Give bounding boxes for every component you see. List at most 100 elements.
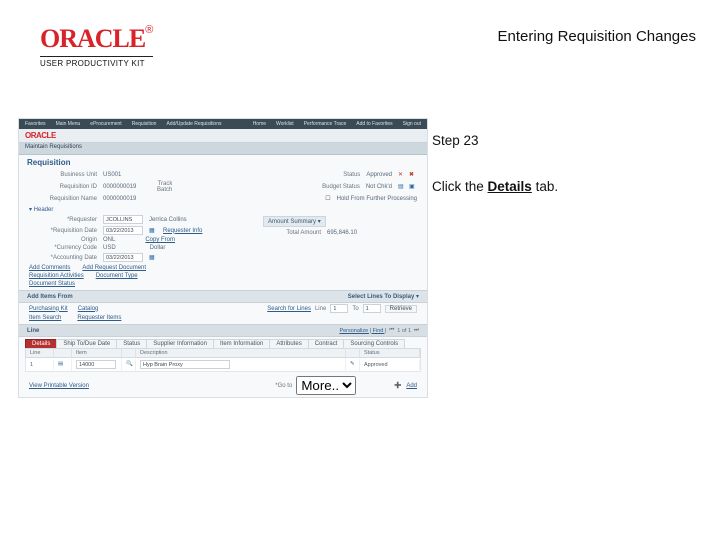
link-catalog[interactable]: Catalog bbox=[78, 306, 99, 312]
lbl-budget: Budget Status bbox=[292, 184, 360, 190]
line-details-icon[interactable]: ▤ bbox=[58, 361, 66, 369]
menu-favorites[interactable]: Favorites bbox=[25, 121, 46, 127]
view-printable-link[interactable]: View Printable Version bbox=[29, 383, 89, 389]
pager-last-icon[interactable]: ⏭ bbox=[414, 327, 419, 334]
grid-row[interactable]: 1 ▤ 🔍 ✎ Approved bbox=[25, 358, 421, 372]
input-reqdate[interactable] bbox=[103, 226, 143, 235]
val-origin: ONL bbox=[103, 237, 115, 243]
lbl-status: Status bbox=[292, 172, 360, 178]
link-reqitems[interactable]: Requester Items bbox=[77, 315, 121, 321]
val-status: Approved bbox=[366, 172, 392, 178]
menu-eproc[interactable]: eProcurement bbox=[90, 121, 121, 127]
lbl-bu: Business Unit bbox=[29, 172, 97, 178]
lbl-curr: *Currency Code bbox=[29, 245, 97, 251]
chevron-down-icon-2[interactable]: ▾ bbox=[416, 294, 419, 300]
brand-block: ORACLE® USER PRODUCTIVITY KIT bbox=[40, 24, 153, 68]
app-brandbar: ORACLE bbox=[19, 129, 427, 143]
tab-supplier[interactable]: Supplier Information bbox=[146, 339, 214, 348]
val-reqname: 0000000019 bbox=[103, 196, 136, 202]
doc-icon[interactable]: ▤ bbox=[398, 183, 406, 191]
tab-attributes[interactable]: Attributes bbox=[269, 339, 308, 348]
link-searchlines[interactable]: Search for Lines bbox=[267, 306, 311, 312]
tab-status[interactable]: Status bbox=[116, 339, 147, 348]
input-item[interactable] bbox=[76, 360, 116, 369]
page-title: Entering Requisition Changes bbox=[498, 28, 696, 45]
cancel-icon[interactable]: ✕ bbox=[398, 171, 406, 179]
link-worklist[interactable]: Worklist bbox=[276, 121, 294, 127]
menu-main[interactable]: Main Menu bbox=[56, 121, 81, 127]
aux-curr: Dollar bbox=[150, 245, 166, 251]
comment-icon[interactable]: ✎ bbox=[350, 361, 358, 369]
calendar-icon[interactable]: ▦ bbox=[149, 227, 157, 235]
lbl-track: Track Batch bbox=[142, 181, 172, 193]
link-adddoc[interactable]: Add Request Document bbox=[82, 265, 146, 271]
lbl-reqdate: *Requisition Date bbox=[29, 228, 97, 234]
input-desc[interactable] bbox=[140, 360, 230, 369]
add-row-icon[interactable]: ➕ bbox=[394, 382, 402, 390]
grid-header: Line Item Description Status bbox=[25, 348, 421, 358]
menu-addupdate[interactable]: Add/Update Requisitions bbox=[166, 121, 221, 127]
link-reqinfo[interactable]: Requester Info bbox=[163, 228, 202, 234]
link-perftrace[interactable]: Performance Trace bbox=[304, 121, 347, 127]
delete-icon[interactable]: ✖ bbox=[409, 171, 417, 179]
pager-first-icon[interactable]: ⏮ bbox=[389, 327, 394, 334]
link-addfav[interactable]: Add to Favorites bbox=[356, 121, 392, 127]
val-reqid: 0000000019 bbox=[103, 184, 136, 190]
retrieve-button[interactable]: Retrieve bbox=[385, 305, 417, 313]
aux-requester: Jerrica Collins bbox=[149, 217, 187, 223]
pager-personalize[interactable]: Personalize | Find | bbox=[339, 328, 386, 334]
add-link[interactable]: Add bbox=[406, 383, 417, 389]
link-itemsearch[interactable]: Item Search bbox=[29, 315, 61, 321]
lbl-requester: *Requester bbox=[29, 217, 97, 223]
lbl-line: Line bbox=[315, 306, 326, 312]
mini-oracle-logo: ORACLE bbox=[25, 131, 56, 140]
input-lineto[interactable] bbox=[363, 304, 381, 313]
link-home[interactable]: Home bbox=[253, 121, 266, 127]
input-linefrom[interactable] bbox=[330, 304, 348, 313]
lbl-origin: Origin bbox=[29, 237, 97, 243]
select-goto[interactable]: More... bbox=[296, 376, 356, 395]
link-doctype[interactable]: Document Type bbox=[96, 273, 138, 279]
link-signout[interactable]: Sign out bbox=[403, 121, 421, 127]
menu-req[interactable]: Requisition bbox=[132, 121, 157, 127]
breadcrumb: Maintain Requisitions bbox=[19, 143, 427, 155]
cell-status: Approved bbox=[360, 360, 420, 370]
tab-iteminfo[interactable]: Item Information bbox=[213, 339, 270, 348]
step-label: Step 23 bbox=[432, 130, 692, 152]
line-section-label: Line bbox=[27, 328, 39, 334]
lbl-accdate: *Accounting Date bbox=[29, 255, 97, 261]
chevron-down-icon: ▾ bbox=[318, 219, 321, 225]
lbl-goto: *Go to bbox=[275, 383, 292, 389]
tab-contract[interactable]: Contract bbox=[308, 339, 345, 348]
link-docstatus[interactable]: Document Status bbox=[29, 281, 75, 287]
grid-pager: Personalize | Find | ⏮ 1 of 1 ⏭ bbox=[339, 327, 419, 334]
product-name: USER PRODUCTIVITY KIT bbox=[40, 56, 153, 68]
line-tabs: Details Ship To/Due Date Status Supplier… bbox=[19, 337, 427, 348]
chk-hold[interactable]: ☐ bbox=[325, 195, 330, 202]
tab-details[interactable]: Details bbox=[25, 339, 57, 348]
info-icon[interactable]: ▣ bbox=[409, 183, 417, 191]
link-kit[interactable]: Purchasing Kit bbox=[29, 306, 68, 312]
lbl-to: To bbox=[352, 306, 358, 312]
val-budget: Not Chk'd bbox=[366, 184, 392, 190]
val-curr: USD bbox=[103, 245, 116, 251]
tab-sourcing[interactable]: Sourcing Controls bbox=[343, 339, 405, 348]
calendar-icon-2[interactable]: ▦ bbox=[149, 254, 157, 262]
cell-line: 1 bbox=[26, 360, 54, 370]
lbl-reqid: Requisition ID bbox=[29, 184, 97, 190]
header-expand-icon[interactable]: ▾ Header bbox=[29, 206, 53, 213]
link-copy[interactable]: Copy From bbox=[145, 237, 175, 243]
lbl-reqname: Requisition Name bbox=[29, 196, 97, 202]
tab-shipto[interactable]: Ship To/Due Date bbox=[56, 339, 117, 348]
lookup-icon[interactable]: 🔍 bbox=[126, 361, 134, 369]
link-activities[interactable]: Requisition Activities bbox=[29, 273, 84, 279]
val-total: 695,846.10 bbox=[327, 230, 357, 236]
lbl-total: Total Amount bbox=[261, 230, 321, 236]
input-accdate[interactable] bbox=[103, 253, 143, 262]
input-requester[interactable] bbox=[103, 215, 143, 224]
amount-summary-head[interactable]: Amount Summary ▾ bbox=[263, 216, 326, 227]
instruction-panel: Step 23 Click the Details tab. bbox=[432, 130, 692, 197]
link-addcomments[interactable]: Add Comments bbox=[29, 265, 70, 271]
app-screenshot: Favorites Main Menu eProcurement Requisi… bbox=[18, 118, 428, 398]
selectlines-label: Select Lines To Display bbox=[348, 294, 415, 300]
